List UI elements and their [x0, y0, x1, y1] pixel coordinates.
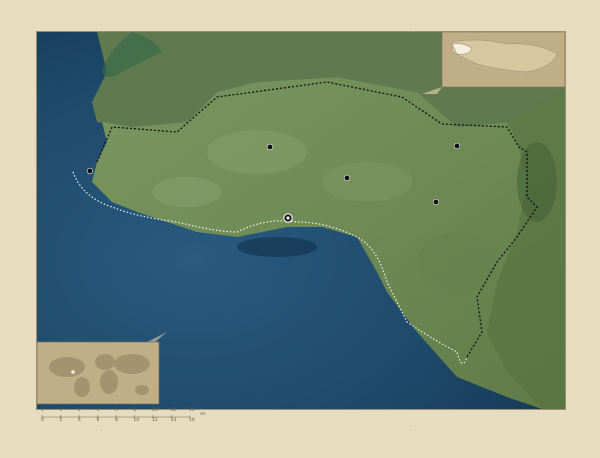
- world-inset[interactable]: [37, 332, 167, 405]
- continent-asia: [114, 354, 150, 374]
- continent-africa: [100, 370, 118, 394]
- scale-label-bottom: 0: [41, 418, 44, 423]
- town-marker[interactable]: [432, 198, 440, 206]
- coord-tick: ·: [410, 22, 412, 28]
- continent-australia: [135, 385, 149, 395]
- town-marker[interactable]: [453, 142, 461, 150]
- locator-inset[interactable]: [422, 32, 565, 94]
- land-patch: [152, 177, 222, 207]
- scale-label-top: 10: [152, 408, 158, 413]
- scale-unit: mi: [200, 412, 206, 417]
- town-marker[interactable]: [343, 174, 351, 182]
- capital-marker-center: [286, 216, 290, 220]
- coord-tick: ·: [100, 22, 102, 28]
- town-marker[interactable]: [86, 167, 94, 175]
- scale-label-top: 14: [189, 408, 195, 413]
- scale-label-top: 12: [170, 408, 177, 413]
- land-patch: [322, 162, 412, 202]
- continent-europe: [95, 354, 115, 370]
- land-patch: [207, 130, 307, 174]
- scale-label-top: 4: [96, 408, 100, 413]
- scale-bar: 0 1 2 4 6 8 10 12 14 0 2 4 6 8 10 12 14 16 mi: [40, 408, 218, 424]
- sea-shadow: [237, 237, 317, 257]
- map-frame[interactable]: [36, 31, 566, 410]
- scale-label-bottom: 10: [133, 418, 140, 423]
- scale-label-bottom: 2: [59, 418, 63, 423]
- location-dot: [71, 370, 75, 374]
- forest-patch: [517, 142, 557, 222]
- scale-label-top: 1: [59, 408, 63, 413]
- continent-south-america: [74, 377, 90, 397]
- scale-label-bottom: 8: [115, 418, 118, 423]
- scale-label-top: 0: [41, 408, 44, 413]
- town-marker[interactable]: [266, 143, 274, 151]
- scale-label-bottom: 16: [189, 418, 195, 423]
- scale-label-top: 6: [115, 408, 118, 413]
- scale-label-bottom: 4: [78, 418, 81, 423]
- coord-tick: ·: [410, 428, 412, 434]
- scale-label-bottom: 12: [152, 418, 158, 423]
- scale-label-top: 8: [133, 408, 137, 413]
- scale-label-bottom: 6: [96, 418, 100, 423]
- continent-americas: [49, 357, 85, 377]
- scale-label-top: 2: [78, 408, 81, 413]
- scale-label-bottom: 14: [170, 418, 177, 423]
- satellite-map[interactable]: [37, 32, 565, 409]
